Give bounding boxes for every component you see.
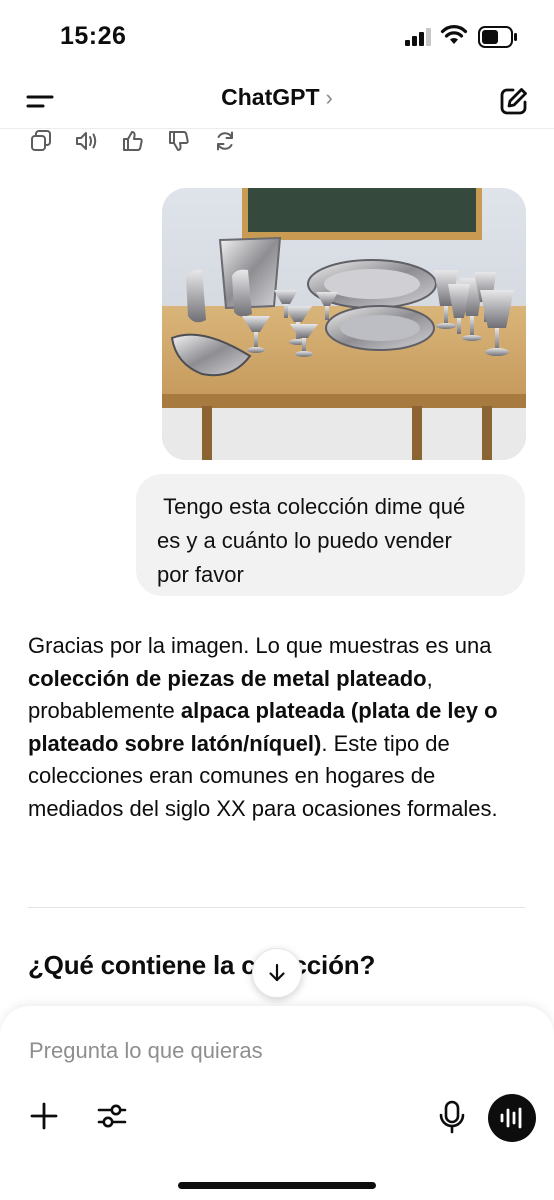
section-heading: ¿Qué contiene la colección?: [28, 950, 376, 980]
microphone-icon[interactable]: [438, 1100, 466, 1134]
speaker-icon[interactable]: [74, 128, 100, 154]
page-title: ChatGPT: [221, 84, 320, 110]
user-message-bubble: Tengo esta colección dime qué es y a cuá…: [136, 474, 525, 596]
tools-sliders-icon[interactable]: [97, 1102, 127, 1130]
voice-mode-button[interactable]: [488, 1094, 536, 1142]
copy-icon[interactable]: [28, 128, 54, 154]
wifi-icon: [440, 25, 468, 44]
new-chat-icon[interactable]: [499, 86, 529, 116]
voice-waveform-icon: [500, 1107, 522, 1129]
message-input[interactable]: Pregunta lo que quieras: [29, 1038, 263, 1064]
regenerate-icon[interactable]: [212, 128, 238, 154]
answer-bold-text: colección de piezas de metal plateado: [28, 665, 427, 691]
cellular-signal-icon: [405, 28, 431, 46]
scroll-to-bottom-button[interactable]: [252, 948, 302, 998]
status-bar: 15:26: [0, 0, 554, 72]
battery-icon: [478, 26, 517, 48]
chat-header: ChatGPT ›: [0, 72, 554, 129]
silverware-photo: [162, 188, 526, 460]
user-attached-photo[interactable]: [162, 188, 526, 460]
home-indicator[interactable]: [178, 1182, 376, 1189]
message-composer: Pregunta lo que quieras: [0, 1006, 554, 1200]
arrow-down-icon: [269, 963, 285, 982]
message-actions: [28, 128, 238, 158]
model-selector[interactable]: ChatGPT ›: [0, 84, 554, 111]
section-divider: [28, 907, 525, 908]
status-time: 15:26: [60, 22, 127, 50]
assistant-message: Gracias por la imagen. Lo que muestras e…: [28, 630, 533, 825]
chevron-right-icon: ›: [325, 85, 333, 110]
answer-text: Gracias por la imagen. Lo que muestras e…: [28, 633, 492, 658]
thumbs-down-icon[interactable]: [166, 128, 192, 154]
thumbs-up-icon[interactable]: [120, 128, 146, 154]
plus-icon[interactable]: [30, 1102, 58, 1130]
